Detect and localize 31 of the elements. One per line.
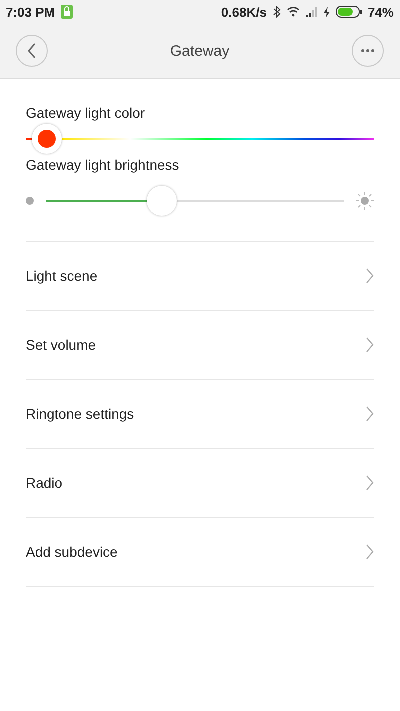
- menu-item[interactable]: Radio: [26, 449, 374, 518]
- chevron-icon: [366, 406, 374, 422]
- sun-icon: [356, 192, 374, 210]
- slider-label: Gateway light brightness: [26, 157, 180, 173]
- back-button[interactable]: [16, 35, 48, 67]
- chevron-icon: [366, 268, 374, 284]
- charging-icon: [324, 6, 330, 18]
- page-title: Gateway: [170, 42, 230, 60]
- chevron-icon: [366, 337, 374, 353]
- menu-item[interactable]: Light scene: [26, 242, 374, 311]
- back-icon: [27, 43, 37, 59]
- wifi-icon: [286, 7, 300, 17]
- battery-percent: 74%: [368, 4, 394, 20]
- menu-item[interactable]: Set volume: [26, 311, 374, 380]
- signal-icon: [306, 7, 318, 17]
- more-icon: [360, 49, 375, 53]
- brightness-slider[interactable]: [46, 185, 344, 217]
- network-speed: 0.68K/s: [221, 4, 267, 20]
- menu-item[interactable]: Add subdevice: [26, 518, 374, 587]
- lock-icon: [61, 5, 74, 19]
- more-button[interactable]: [352, 35, 384, 67]
- slider-label: Gateway light color: [26, 105, 146, 121]
- battery-icon: [336, 6, 362, 18]
- bluetooth-icon: [272, 6, 281, 18]
- slider-thumb[interactable]: [32, 124, 62, 154]
- slider-thumb[interactable]: [147, 186, 178, 216]
- chevron-icon: [366, 475, 374, 491]
- chevron-icon: [366, 544, 374, 560]
- menu-item[interactable]: Ringtone settings: [26, 380, 374, 449]
- dim-icon: [26, 197, 34, 205]
- status-time: 7:03 PM: [6, 4, 56, 20]
